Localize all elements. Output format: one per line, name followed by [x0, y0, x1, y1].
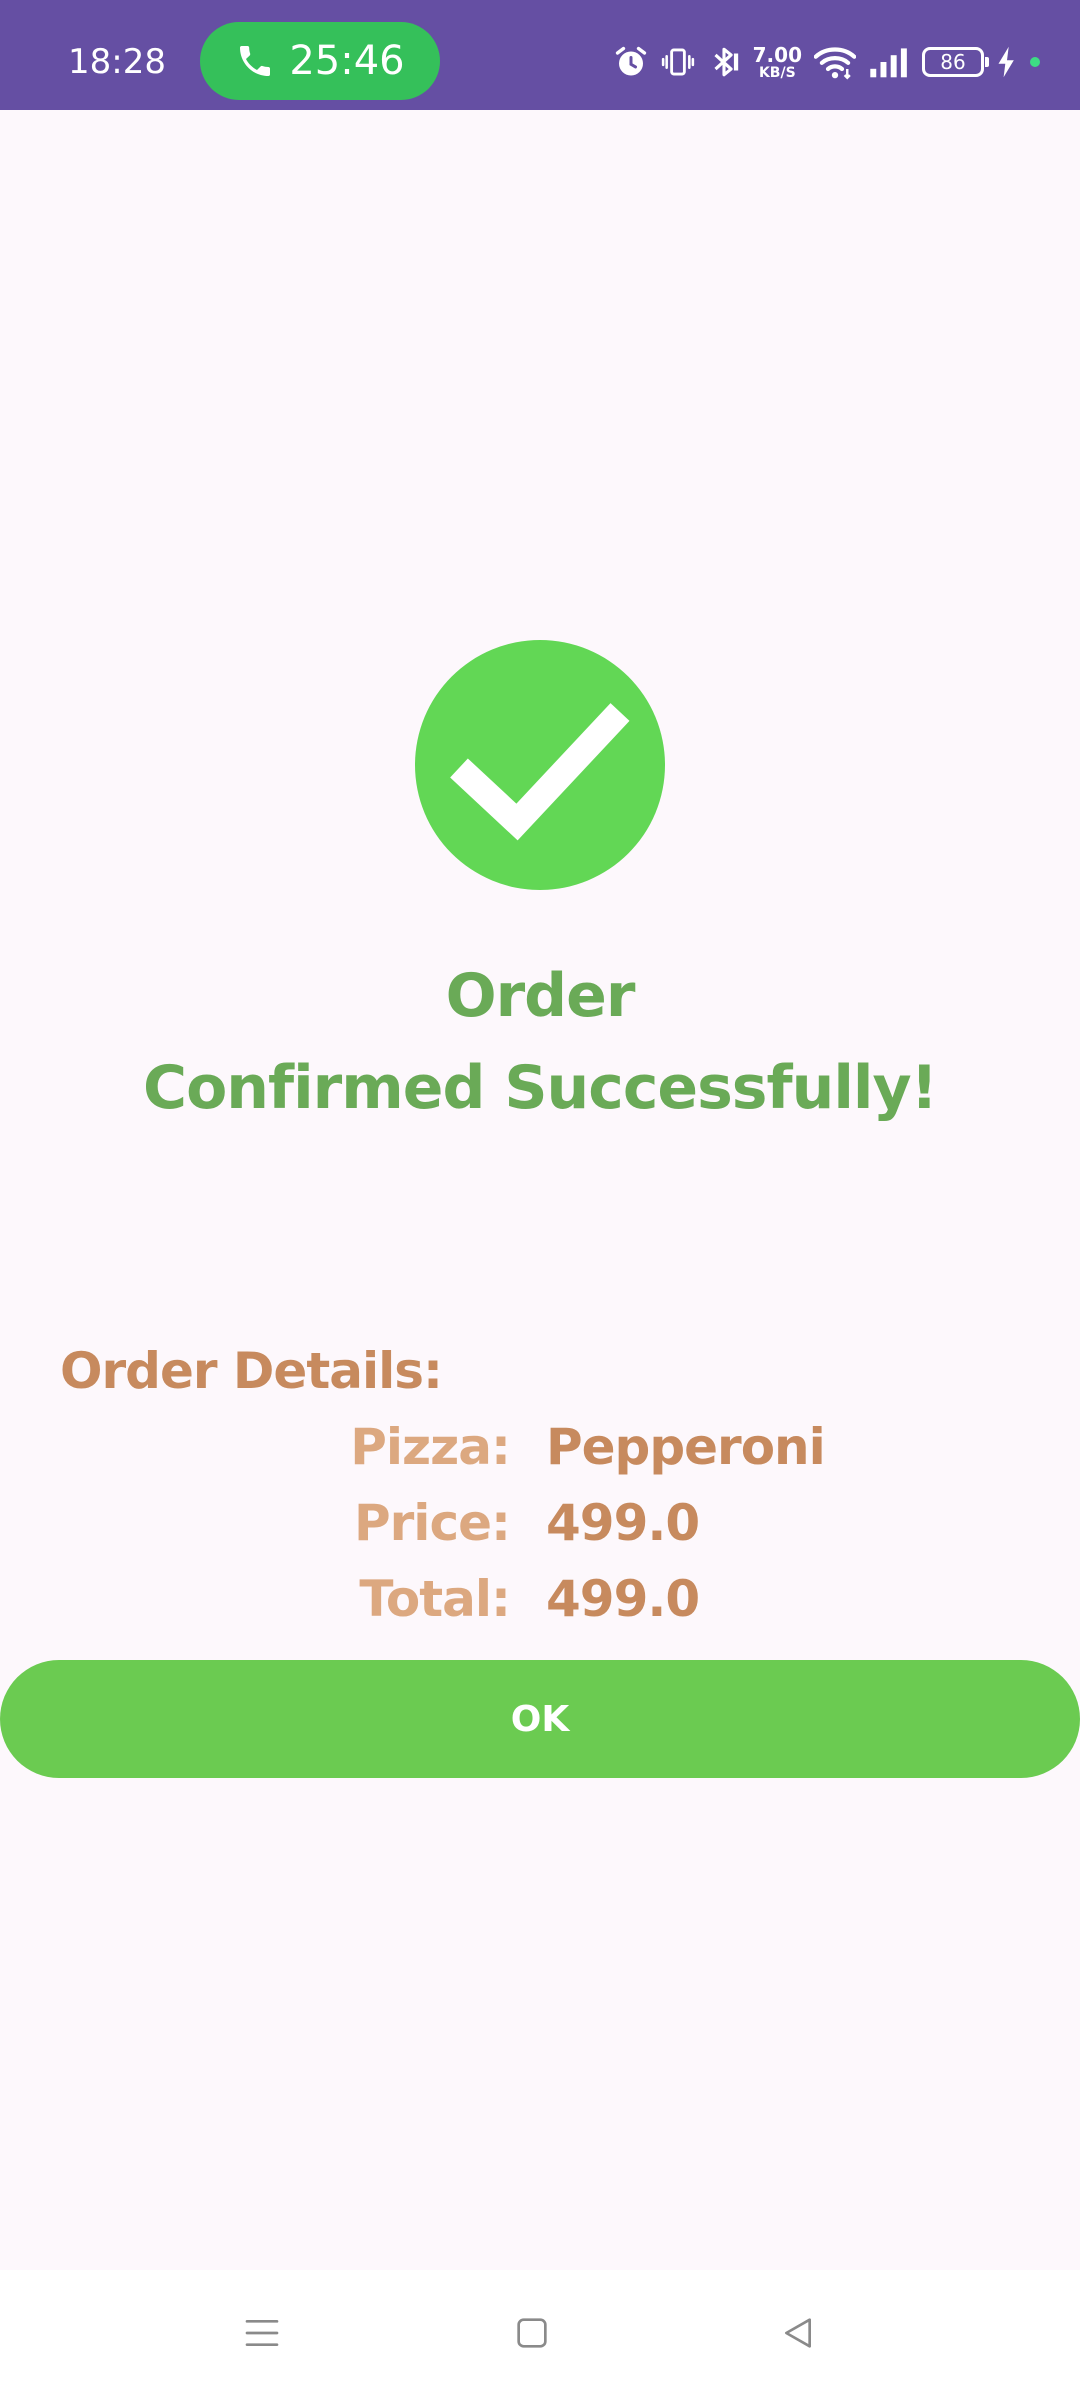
- success-check-badge: [415, 640, 665, 890]
- signal-icon: [868, 45, 910, 79]
- ok-button[interactable]: OK: [0, 1660, 1080, 1778]
- recent-apps-button[interactable]: [232, 2305, 292, 2365]
- alarm-icon: [613, 44, 649, 80]
- confirmation-title: Order Confirmed Successfully!: [0, 950, 1080, 1134]
- bluetooth-icon: [707, 44, 741, 80]
- detail-label: Pizza:: [350, 1418, 511, 1476]
- charging-icon: [996, 45, 1018, 79]
- order-details-heading: Order Details:: [60, 1342, 443, 1400]
- confirmation-title-line2: Confirmed Successfully!: [143, 1053, 938, 1123]
- ongoing-call-pill[interactable]: 25:46: [200, 22, 440, 100]
- battery-icon: 86: [922, 47, 989, 77]
- call-timer: 25:46: [289, 38, 405, 84]
- home-button[interactable]: [502, 2305, 562, 2365]
- check-icon: [450, 703, 630, 841]
- notification-dot: [1030, 57, 1040, 67]
- detail-row-price: Price: 499.0: [0, 1494, 1080, 1570]
- home-icon: [512, 2313, 552, 2358]
- vibrate-icon: [661, 45, 695, 79]
- status-icons: 7.00 KB/S 86: [613, 34, 1040, 90]
- navigation-bar: [0, 2270, 1080, 2400]
- status-time: 18:28: [68, 42, 166, 82]
- net-speed-value: 7.00: [752, 42, 802, 67]
- detail-value: 499.0: [546, 1494, 700, 1552]
- phone-icon: [235, 41, 275, 81]
- detail-value: Pepperoni: [546, 1418, 826, 1476]
- detail-label: Total:: [359, 1570, 511, 1628]
- confirmation-title-line1: Order: [445, 961, 636, 1031]
- detail-row-total: Total: 499.0: [0, 1570, 1080, 1646]
- back-button[interactable]: [768, 2305, 828, 2365]
- detail-row-pizza: Pizza: Pepperoni: [0, 1418, 1080, 1494]
- wifi-icon: [814, 44, 856, 80]
- menu-icon: [242, 2313, 282, 2358]
- detail-label: Price:: [354, 1494, 511, 1552]
- network-speed: 7.00 KB/S: [753, 45, 802, 80]
- status-bar: 18:28 25:46 7.00 KB/S 86: [0, 0, 1080, 110]
- net-speed-unit: KB/S: [758, 64, 796, 81]
- detail-value: 499.0: [546, 1570, 700, 1628]
- back-icon: [778, 2313, 818, 2358]
- battery-level: 86: [940, 50, 966, 74]
